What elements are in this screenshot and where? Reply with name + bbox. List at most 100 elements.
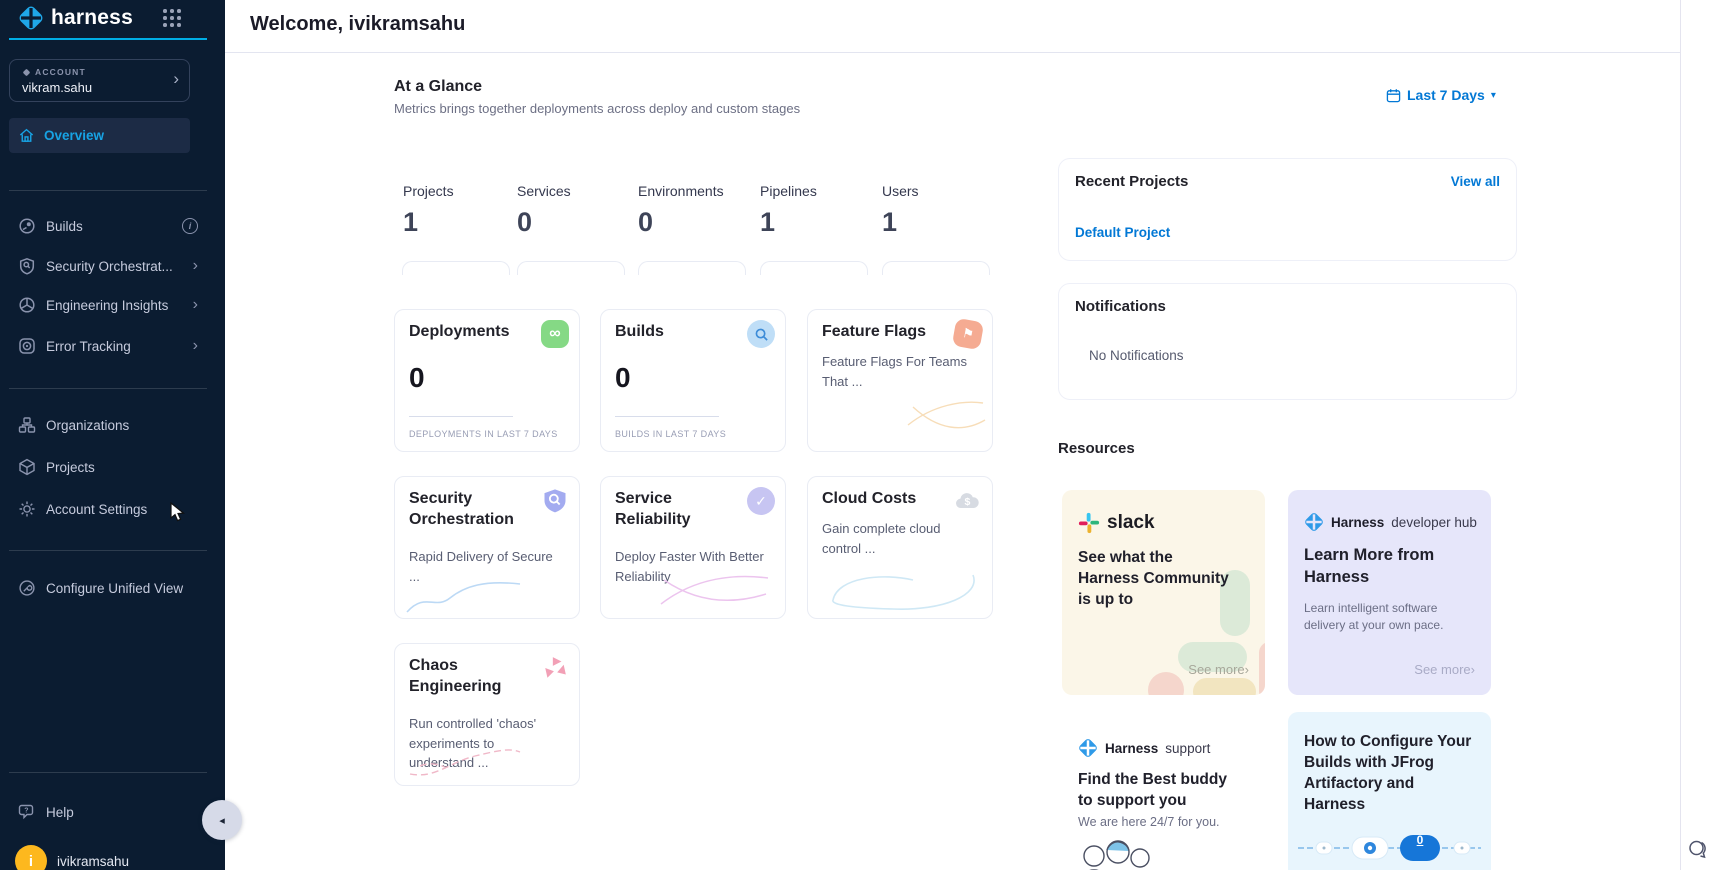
card-title: Deployments bbox=[409, 322, 524, 343]
see-more-link[interactable]: See more› bbox=[1188, 662, 1249, 677]
sidebar-item-builds[interactable]: Builds i bbox=[9, 212, 206, 240]
slack-card-title: See what the Harness Community is up to bbox=[1078, 548, 1238, 611]
collapse-arrow-icon: ◂ bbox=[219, 814, 225, 827]
metric-services: Services 0 bbox=[517, 183, 627, 238]
card-deployments[interactable]: Deployments ∞ 0 DEPLOYMENTS IN LAST 7 DA… bbox=[394, 309, 580, 452]
card-chaos-engineering[interactable]: Chaos Engineering Run controlled 'chaos'… bbox=[394, 643, 580, 786]
accent-divider bbox=[9, 38, 207, 40]
arrow-icon: › bbox=[1245, 662, 1249, 677]
sidebar-item-help[interactable]: ? Help bbox=[9, 798, 206, 826]
shield-icon bbox=[18, 257, 36, 275]
card-title: Cloud Costs bbox=[822, 489, 932, 510]
gear-icon bbox=[18, 500, 36, 518]
builds-icon bbox=[18, 217, 36, 235]
metric-users: Users 1 bbox=[882, 183, 992, 238]
sidebar-item-projects[interactable]: Projects bbox=[9, 453, 206, 481]
slack-brand-text: slack bbox=[1107, 512, 1155, 534]
sidebar-item-label: Help bbox=[46, 805, 74, 820]
sidebar-item-configure-unified-view[interactable]: Configure Unified View bbox=[9, 574, 206, 602]
card-title: Chaos Engineering bbox=[409, 656, 524, 698]
see-more-link[interactable]: See more› bbox=[1414, 662, 1475, 677]
recent-projects-title: Recent Projects bbox=[1075, 173, 1188, 190]
card-caption: BUILDS IN LAST 7 DAYS bbox=[615, 429, 726, 439]
cube-icon bbox=[18, 458, 36, 476]
logo-text: harness bbox=[51, 6, 133, 30]
account-name: vikram.sahu bbox=[22, 80, 92, 95]
sidebar-item-label: Overview bbox=[44, 128, 104, 143]
date-range-dropdown[interactable]: Last 7 Days ▾ bbox=[1386, 87, 1496, 103]
card-title: Security Orchestration bbox=[409, 489, 524, 531]
card-desc: Feature Flags For Teams That ... bbox=[822, 352, 974, 391]
metric-label: Services bbox=[517, 183, 627, 199]
metric-label: Users bbox=[882, 183, 992, 199]
card-builds[interactable]: Builds 0 BUILDS IN LAST 7 DAYS bbox=[600, 309, 786, 452]
help-chat-icon: ? bbox=[18, 803, 36, 821]
resources-title: Resources bbox=[1058, 440, 1135, 457]
sidebar-item-organizations[interactable]: Organizations bbox=[9, 411, 206, 439]
card-cloud-costs[interactable]: Cloud Costs $ Gain complete cloud contro… bbox=[807, 476, 993, 619]
card-security-orchestration[interactable]: Security Orchestration Rapid Delivery of… bbox=[394, 476, 580, 619]
chaos-engineering-icon bbox=[541, 654, 569, 682]
sidebar-item-overview[interactable]: Overview bbox=[9, 118, 190, 153]
metric-card-edge bbox=[517, 261, 625, 275]
chevron-right-icon: › bbox=[193, 296, 198, 314]
notifications-title: Notifications bbox=[1075, 298, 1166, 315]
metric-pipelines: Pipelines 1 bbox=[760, 183, 870, 238]
sidebar-collapse-handle[interactable]: ◂ bbox=[202, 800, 242, 840]
builds-module-icon bbox=[747, 320, 775, 348]
sidebar: harness ACCOUNT vikram.sahu › Overview bbox=[0, 0, 225, 870]
metric-value: 0 bbox=[638, 207, 748, 238]
deployments-icon: ∞ bbox=[541, 320, 569, 348]
info-icon[interactable]: i bbox=[182, 218, 198, 234]
sidebar-item-error-tracking[interactable]: Error Tracking › bbox=[9, 332, 206, 360]
sidebar-item-label: Error Tracking bbox=[46, 339, 131, 354]
support-brand: Harness support bbox=[1078, 738, 1210, 758]
sidebar-item-label: Organizations bbox=[46, 418, 129, 433]
card-desc: Rapid Delivery of Secure ... bbox=[409, 547, 561, 586]
chat-icon[interactable] bbox=[1687, 838, 1709, 865]
account-selector[interactable]: ACCOUNT vikram.sahu › bbox=[9, 59, 190, 102]
card-title: Service Reliability bbox=[615, 489, 730, 531]
right-gutter bbox=[1680, 0, 1712, 870]
user-profile[interactable]: i ivikramsahu bbox=[15, 845, 129, 870]
svg-text:?: ? bbox=[24, 808, 28, 815]
harness-logo-icon bbox=[1304, 512, 1324, 532]
calendar-icon bbox=[1386, 88, 1401, 103]
support-card-desc: We are here 24/7 for you. bbox=[1078, 814, 1248, 832]
resource-card-support[interactable]: Harness support Find the Best buddy to s… bbox=[1062, 712, 1265, 870]
card-desc: Gain complete cloud control ... bbox=[822, 519, 974, 558]
card-service-reliability[interactable]: Service Reliability ✓ Deploy Faster With… bbox=[600, 476, 786, 619]
sketch-decoration bbox=[903, 395, 988, 440]
view-all-link[interactable]: View all bbox=[1451, 174, 1500, 189]
card-value: 0 bbox=[615, 362, 631, 394]
chevron-right-icon: › bbox=[173, 69, 179, 89]
project-link-default-project[interactable]: Default Project bbox=[1075, 225, 1170, 240]
resource-card-developer-hub[interactable]: Harness developer hub Learn More from Ha… bbox=[1288, 490, 1491, 695]
card-caption: DEPLOYMENTS IN LAST 7 DAYS bbox=[409, 429, 558, 439]
card-title: Feature Flags bbox=[822, 322, 962, 343]
wrench-icon bbox=[18, 579, 36, 597]
security-orchestration-icon bbox=[541, 487, 569, 515]
service-reliability-icon: ✓ bbox=[747, 487, 775, 515]
metric-label: Projects bbox=[403, 183, 513, 199]
dropdown-arrow-icon: ▾ bbox=[1491, 90, 1496, 101]
resource-card-jfrog[interactable]: How to Configure Your Builds with JFrog … bbox=[1288, 712, 1491, 870]
sidebar-item-label: Configure Unified View bbox=[46, 581, 183, 596]
metric-value: 1 bbox=[403, 207, 513, 238]
notifications-empty-text: No Notifications bbox=[1089, 348, 1184, 363]
card-feature-flags[interactable]: Feature Flags ⚑ Feature Flags For Teams … bbox=[807, 309, 993, 452]
cloud-costs-icon: $ bbox=[954, 487, 982, 515]
metric-card-edge bbox=[402, 261, 510, 275]
resource-card-slack[interactable]: slack See what the Harness Community is … bbox=[1062, 490, 1265, 695]
sidebar-item-engineering-insights[interactable]: Engineering Insights › bbox=[9, 291, 206, 319]
card-value: 0 bbox=[409, 362, 425, 394]
sidebar-item-security-orchestration[interactable]: Security Orchestrat... › bbox=[9, 252, 206, 280]
at-a-glance-subtitle: Metrics brings together deployments acro… bbox=[394, 101, 800, 116]
slack-icon bbox=[1078, 512, 1100, 534]
account-icon bbox=[22, 68, 31, 77]
support-people-illustration bbox=[1078, 838, 1158, 870]
metric-value: 1 bbox=[882, 207, 992, 238]
app-grid-icon[interactable] bbox=[163, 9, 181, 27]
arrow-icon: › bbox=[1471, 662, 1475, 677]
chevron-right-icon: › bbox=[193, 257, 198, 275]
